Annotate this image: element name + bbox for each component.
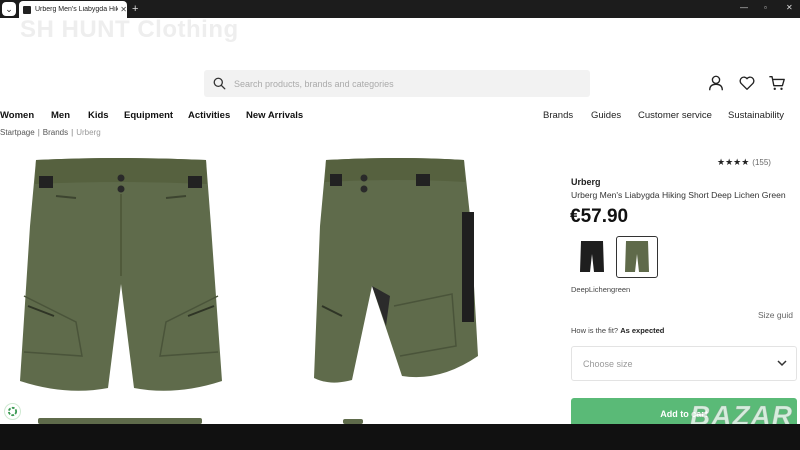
breadcrumb-separator: | (37, 128, 40, 137)
color-swatch-black[interactable] (571, 236, 613, 278)
size-select[interactable]: Choose size (571, 346, 797, 381)
account-icon[interactable] (707, 74, 725, 92)
nav-women[interactable]: Women (0, 110, 34, 121)
main-navigation: Women Men Kids Equipment Activities New … (0, 110, 800, 122)
minimize-button[interactable]: — (740, 3, 748, 12)
nav-activities[interactable]: Activities (188, 110, 230, 121)
search-input[interactable] (234, 78, 574, 89)
nav-new-arrivals[interactable]: New Arrivals (246, 110, 303, 121)
product-image-side[interactable] (312, 156, 480, 396)
cart-icon[interactable] (768, 74, 786, 92)
tab-close-icon[interactable]: ✕ (120, 5, 127, 14)
product-brand[interactable]: Urberg (571, 177, 601, 187)
browser-menu-icon[interactable]: ⌄ (2, 2, 16, 16)
nav-guides[interactable]: Guides (591, 110, 621, 121)
selected-color-name: DeepLichengreen (571, 285, 631, 294)
nav-kids[interactable]: Kids (88, 110, 109, 121)
review-count: (155) (752, 158, 771, 167)
rating-stars: ★★★★ (717, 157, 750, 167)
eco-badge-icon[interactable] (4, 403, 21, 420)
product-rating[interactable]: ★★★★ (155) (717, 157, 771, 168)
nav-brands[interactable]: Brands (543, 110, 573, 121)
size-guide-link[interactable]: Size guid (758, 310, 793, 320)
fit-value: As expected (620, 326, 665, 335)
nav-sustainability[interactable]: Sustainability (728, 110, 784, 121)
site-logo[interactable]: SH HUNT Clothing (20, 16, 239, 44)
tab-title: Urberg Men's Liabygda Hiking (34, 6, 119, 13)
shorts-thumbnail-icon (625, 241, 649, 272)
new-tab-button[interactable]: + (132, 2, 138, 16)
breadcrumb-brands[interactable]: Brands (43, 128, 68, 137)
nav-equipment[interactable]: Equipment (124, 110, 173, 121)
fit-info: How is the fit? As expected (571, 326, 664, 335)
breadcrumb-current[interactable]: Urberg (76, 128, 100, 137)
product-price: €57.90 (570, 206, 629, 227)
breadcrumb-startpage[interactable]: Startpage (0, 128, 35, 137)
wishlist-heart-icon[interactable] (738, 74, 756, 92)
search-bar[interactable] (204, 70, 590, 97)
window-close-button[interactable]: ✕ (786, 3, 793, 12)
favicon-icon (23, 5, 31, 14)
product-image-front[interactable] (16, 156, 226, 400)
size-select-placeholder: Choose size (583, 358, 633, 369)
maximize-button[interactable]: ▫ (764, 3, 767, 12)
shorts-thumbnail-icon (580, 241, 604, 272)
bottom-bar (0, 424, 800, 450)
nav-customer-service[interactable]: Customer service (638, 110, 712, 121)
breadcrumb-separator: | (71, 128, 74, 137)
nav-men[interactable]: Men (51, 110, 70, 121)
breadcrumb: Startpage | Brands | Urberg (0, 128, 101, 137)
product-name: Urberg Men's Liabygda Hiking Short Deep … (571, 190, 786, 200)
fit-label: How is the fit? (571, 326, 619, 335)
search-icon (213, 77, 226, 90)
chevron-down-icon (777, 360, 787, 367)
color-swatch-deep-lichen-green[interactable] (616, 236, 658, 278)
